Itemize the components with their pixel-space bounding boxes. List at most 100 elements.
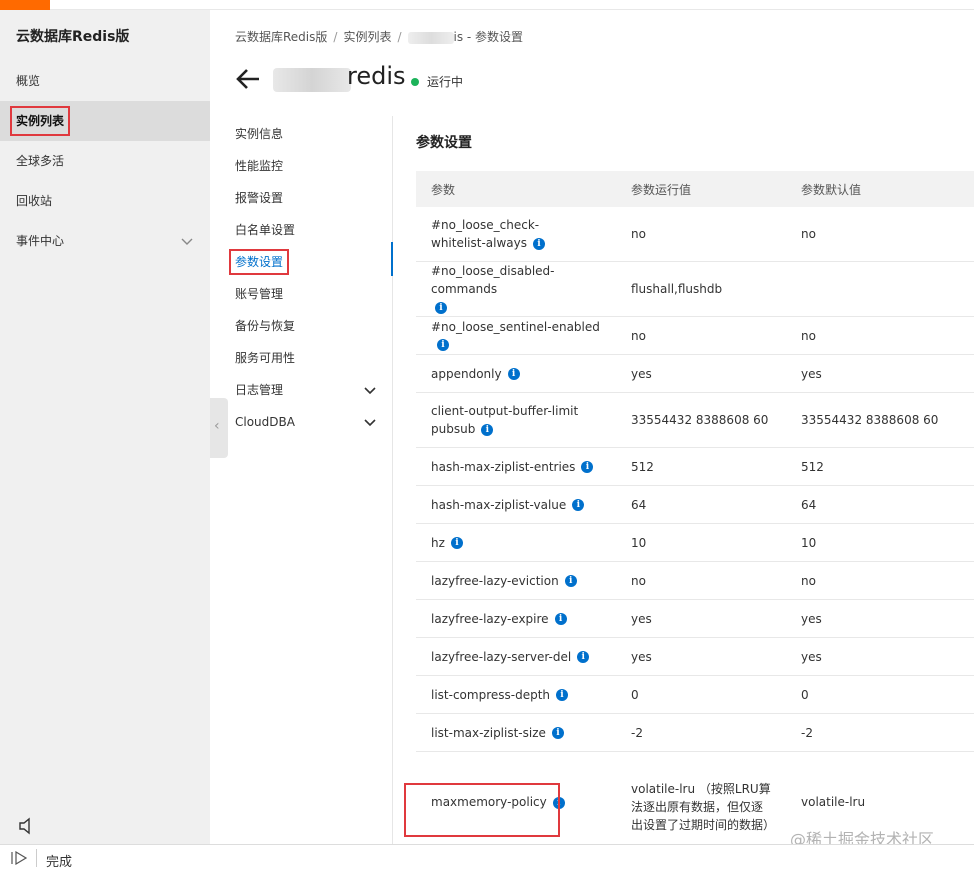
info-icon[interactable]: i bbox=[437, 339, 449, 351]
info-icon[interactable]: i bbox=[554, 613, 567, 625]
param-name: lazyfree-lazy-eviction bbox=[431, 573, 559, 588]
breadcrumb-root[interactable]: 云数据库Redis版 bbox=[235, 30, 327, 44]
section-title: 参数设置 bbox=[416, 135, 472, 151]
info-icon[interactable]: i bbox=[572, 499, 585, 511]
table-row: lazyfree-lazy-eviction i no no bbox=[416, 562, 974, 600]
sidebar-item-label: 实例列表 bbox=[10, 106, 71, 136]
info-icon[interactable]: i bbox=[450, 537, 463, 549]
info-icon[interactable]: i bbox=[481, 423, 494, 436]
sidebar-item-instances[interactable]: 实例列表 bbox=[0, 101, 210, 141]
table-row: list-max-ziplist-size i -2 -2 bbox=[416, 714, 974, 752]
top-bar bbox=[0, 0, 974, 10]
param-name-cell: lazyfree-lazy-expire i bbox=[431, 600, 611, 637]
param-default-value: 512 bbox=[801, 459, 824, 474]
param-name-cell: hash-max-ziplist-value i bbox=[431, 486, 611, 523]
param-running-value: no bbox=[631, 227, 646, 241]
subnav-item-accounts[interactable]: 账号管理 bbox=[235, 278, 385, 310]
param-name: list-compress-depth bbox=[431, 687, 551, 702]
table-row: #no_loose_check-whitelist-always i no no bbox=[416, 207, 974, 262]
info-icon[interactable]: i bbox=[533, 237, 546, 250]
breadcrumb-current: is - 参数设置 bbox=[453, 30, 524, 44]
subnav-item-label: CloudDBA bbox=[235, 415, 295, 429]
param-running-value: yes bbox=[631, 366, 652, 381]
param-name-cell: lazyfree-lazy-eviction i bbox=[431, 562, 611, 599]
param-running-value: flushall,flushdb bbox=[631, 282, 723, 296]
subnav-item-logs[interactable]: 日志管理 bbox=[235, 374, 385, 406]
info-icon[interactable]: i bbox=[564, 575, 577, 587]
sidebar-item-label: 回收站 bbox=[16, 194, 53, 208]
subnav-item-label: 备份与恢复 bbox=[235, 319, 296, 333]
param-running-value: 512 bbox=[631, 459, 654, 474]
table-row: appendonly i yes yes bbox=[416, 355, 974, 393]
column-header-running: 参数运行值 bbox=[631, 182, 692, 197]
subnav-item-label: 性能监控 bbox=[235, 159, 284, 173]
param-name-cell: hash-max-ziplist-entries i bbox=[431, 448, 611, 485]
subnav-item-params[interactable]: 参数设置 bbox=[229, 246, 385, 278]
back-arrow-icon[interactable] bbox=[235, 66, 261, 92]
status-text: 完成 bbox=[46, 855, 73, 870]
subnav-item-alarm[interactable]: 报警设置 bbox=[235, 182, 385, 214]
param-running-value: no bbox=[631, 328, 646, 343]
param-running-cell: volatile-lru （按照LRU算法逐出原有数据，但仅逐出设置了过期时间的… bbox=[631, 752, 776, 852]
subnav-item-availability[interactable]: 服务可用性 bbox=[235, 342, 385, 374]
param-running-value: 33554432 8388608 60 bbox=[631, 413, 769, 427]
param-name-cell: hz i bbox=[431, 524, 611, 561]
subnav-item-whitelist[interactable]: 白名单设置 bbox=[235, 214, 385, 246]
table-row: list-compress-depth i 0 0 bbox=[416, 676, 974, 714]
param-name: lazyfree-lazy-server-del bbox=[431, 649, 572, 664]
subnav-item-monitor[interactable]: 性能监控 bbox=[235, 150, 385, 182]
param-name: hash-max-ziplist-entries bbox=[431, 459, 576, 474]
table-row: hash-max-ziplist-value i 64 64 bbox=[416, 486, 974, 524]
param-default-value: 0 bbox=[801, 687, 809, 702]
info-icon[interactable]: i bbox=[435, 301, 447, 314]
info-icon[interactable]: i bbox=[577, 651, 590, 663]
status-bar: 完成 bbox=[0, 844, 974, 870]
sidebar: 云数据库Redis版 概览 实例列表 全球多活 回收站 事件中心 bbox=[0, 10, 210, 844]
subnav-item-label: 账号管理 bbox=[235, 287, 284, 301]
sidebar-item-events[interactable]: 事件中心 bbox=[0, 221, 210, 261]
subnav-item-label: 参数设置 bbox=[229, 249, 290, 275]
table-row: #no_loose_disabled-commands i flushall,fl… bbox=[416, 262, 974, 317]
breadcrumb-list[interactable]: 实例列表 bbox=[343, 30, 391, 44]
instance-name: redis bbox=[347, 62, 406, 90]
param-default-value: 10 bbox=[801, 535, 817, 550]
brand-logo[interactable] bbox=[0, 0, 50, 10]
subnav-item-info[interactable]: 实例信息 bbox=[235, 118, 385, 150]
subnav-item-label: 白名单设置 bbox=[235, 223, 296, 237]
param-running-value: 64 bbox=[631, 497, 647, 512]
param-running-value: volatile-lru （按照LRU算法逐出原有数据，但仅逐出设置了过期时间的… bbox=[631, 782, 776, 832]
param-name: hz bbox=[431, 535, 445, 550]
param-running-value: yes bbox=[631, 649, 652, 664]
subnav-item-clouddba[interactable]: CloudDBA bbox=[235, 406, 385, 438]
info-icon[interactable]: i bbox=[581, 461, 594, 473]
play-icon[interactable] bbox=[10, 851, 28, 865]
param-running-value: yes bbox=[631, 611, 652, 626]
param-running-value: -2 bbox=[631, 725, 643, 740]
param-name-cell: list-compress-depth i bbox=[431, 676, 611, 713]
sidebar-item-label: 全球多活 bbox=[16, 154, 65, 168]
param-name-cell: client-output-buffer-limit pubsub i bbox=[431, 393, 611, 447]
param-name: list-max-ziplist-size bbox=[431, 725, 546, 740]
param-name: client-output-buffer-limit pubsub bbox=[431, 404, 579, 436]
info-icon[interactable]: i bbox=[507, 368, 520, 380]
table-row: lazyfree-lazy-expire i yes yes bbox=[416, 600, 974, 638]
sidebar-item-global-active[interactable]: 全球多活 bbox=[0, 141, 210, 181]
chevron-down-icon bbox=[364, 419, 376, 427]
sidebar-item-recycle-bin[interactable]: 回收站 bbox=[0, 181, 210, 221]
subnav-item-backup[interactable]: 备份与恢复 bbox=[235, 310, 385, 342]
param-default-value bbox=[801, 262, 971, 316]
sidebar-item-overview[interactable]: 概览 bbox=[0, 61, 210, 101]
info-icon[interactable]: i bbox=[556, 689, 569, 701]
param-running-value: 0 bbox=[631, 687, 639, 702]
param-name-cell: appendonly i bbox=[431, 355, 611, 392]
speaker-icon[interactable] bbox=[16, 816, 36, 836]
param-name-cell: lazyfree-lazy-server-del i bbox=[431, 638, 611, 675]
param-default-value: no bbox=[801, 328, 816, 343]
param-running-value: no bbox=[631, 573, 646, 588]
param-default-value: 64 bbox=[801, 497, 817, 512]
info-icon[interactable]: i bbox=[551, 727, 564, 739]
sidebar-title: 云数据库Redis版 bbox=[16, 29, 130, 45]
param-default-value: yes bbox=[801, 611, 822, 626]
subnav-item-label: 日志管理 bbox=[235, 383, 284, 397]
breadcrumb-separator: / bbox=[397, 30, 402, 44]
